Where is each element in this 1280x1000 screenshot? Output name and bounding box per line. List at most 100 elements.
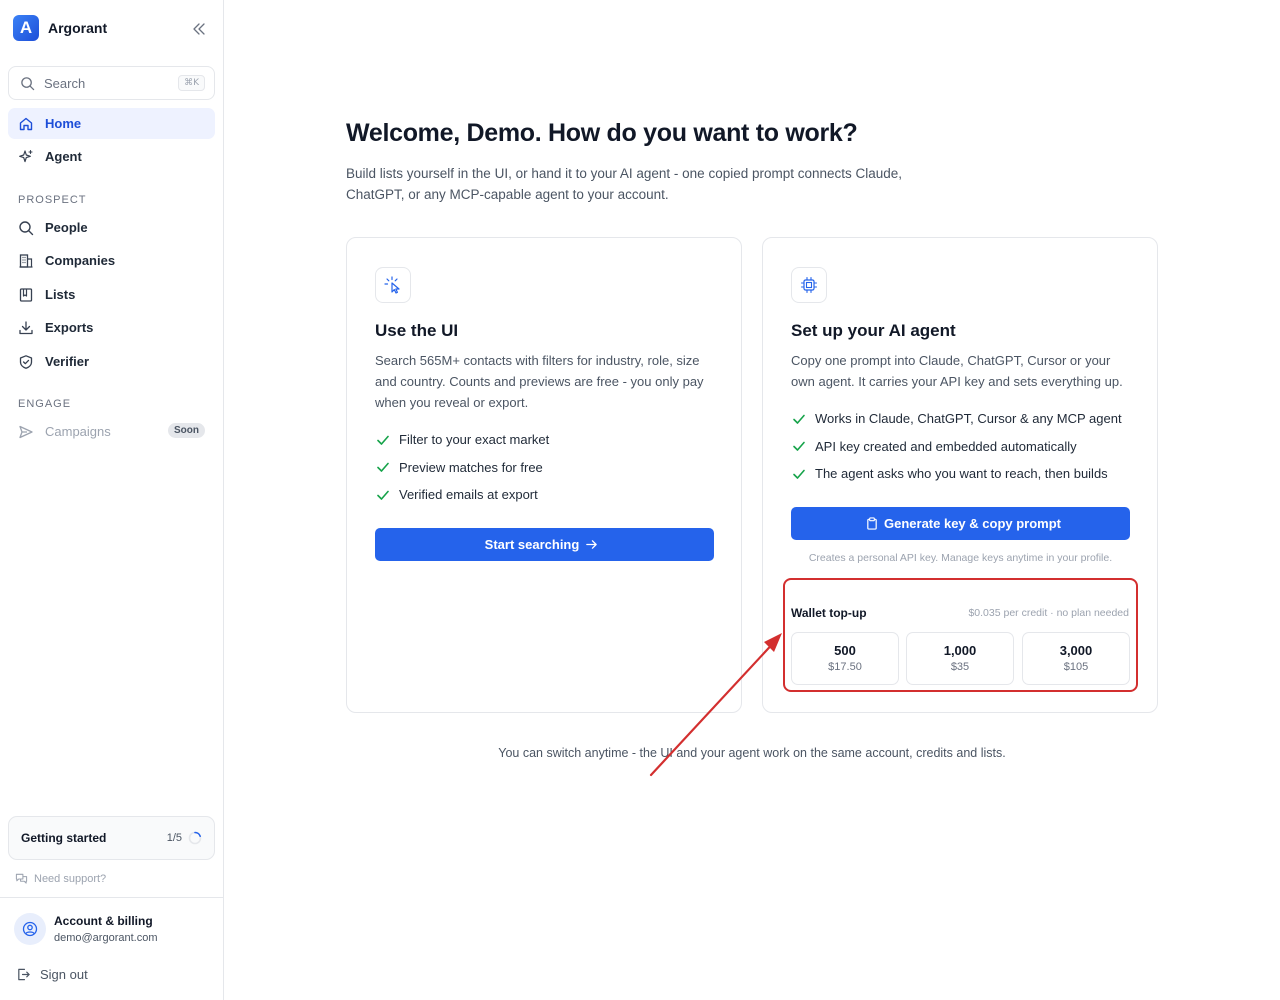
feature-text: Works in Claude, ChatGPT, Cursor & any M… <box>815 411 1122 427</box>
wallet-pricing-note: $0.035 per credit · no plan needed <box>968 607 1129 619</box>
building-icon <box>18 253 34 269</box>
sparkles-icon <box>18 149 34 165</box>
search-shortcut: ⌘K <box>178 75 205 91</box>
check-icon <box>791 411 807 427</box>
check-icon <box>375 432 391 448</box>
nav-item-companies[interactable]: Companies <box>8 245 215 276</box>
wallet-topup-title: Wallet top-up <box>791 606 867 620</box>
topup-option-500[interactable]: 500 $17.50 <box>791 632 899 685</box>
divider <box>0 897 223 898</box>
nav-item-agent[interactable]: Agent <box>8 141 215 172</box>
need-support-link[interactable]: Need support? <box>15 872 106 885</box>
section-title-engage: ENGAGE <box>18 398 72 410</box>
brand[interactable]: A Argorant <box>13 15 107 41</box>
start-searching-button[interactable]: Start searching <box>375 528 714 561</box>
getting-started-label: Getting started <box>21 831 107 845</box>
nav-label: Campaigns <box>45 424 111 439</box>
ai-agent-card: Set up your AI agent Copy one prompt int… <box>762 237 1158 713</box>
avatar <box>14 913 46 945</box>
topup-credits: 1,000 <box>943 643 977 658</box>
nav-label: People <box>45 220 88 235</box>
button-label: Start searching <box>484 537 580 552</box>
use-ui-card: Use the UI Search 565M+ contacts with fi… <box>346 237 742 713</box>
check-icon <box>375 487 391 503</box>
sign-out-button[interactable]: Sign out <box>16 967 88 982</box>
argorant-logo-icon: A <box>13 15 39 41</box>
support-label: Need support? <box>34 872 107 885</box>
topup-price: $105 <box>1063 661 1089 673</box>
check-icon <box>375 459 391 475</box>
nav-label: Verifier <box>45 354 90 369</box>
generate-key-button[interactable]: Generate key & copy prompt <box>791 507 1130 540</box>
footer-note: You can switch anytime - the UI and your… <box>498 746 1006 760</box>
chevrons-left-icon <box>193 23 205 35</box>
account-email: demo@argorant.com <box>54 932 158 944</box>
search-icon <box>18 220 34 236</box>
check-icon <box>791 466 807 482</box>
search-placeholder: Search <box>44 75 86 91</box>
nav-item-home[interactable]: Home <box>8 108 215 139</box>
list-item: The agent asks who you want to reach, th… <box>791 460 1122 488</box>
feature-text: API key created and embedded automatical… <box>815 438 1077 454</box>
nav-item-verifier[interactable]: Verifier <box>8 346 215 377</box>
feature-list: Works in Claude, ChatGPT, Cursor & any M… <box>791 405 1122 488</box>
nav-item-exports[interactable]: Exports <box>8 312 215 343</box>
card-description: Copy one prompt into Claude, ChatGPT, Cu… <box>791 353 1123 389</box>
clipboard-icon <box>866 517 878 530</box>
list-item: Filter to your exact market <box>375 426 549 454</box>
shield-check-icon <box>18 354 34 370</box>
soon-badge: Soon <box>168 423 205 438</box>
page-subtitle: Build lists yourself in the UI, or hand … <box>346 166 903 202</box>
nav-item-campaigns[interactable]: Campaigns Soon <box>8 416 215 447</box>
app-name: Argorant <box>48 20 108 36</box>
nav-label: Companies <box>45 253 116 268</box>
sign-out-label: Sign out <box>40 967 88 982</box>
logout-icon <box>18 968 30 981</box>
account-title: Account & billing <box>54 914 153 928</box>
check-icon <box>791 438 807 454</box>
topup-credits: 500 <box>834 643 856 658</box>
arrow-right-icon <box>585 538 598 551</box>
section-title-prospect: PROSPECT <box>18 194 87 206</box>
api-key-hint: Creates a personal API key. Manage keys … <box>808 552 1113 564</box>
sidebar: A Argorant Search ⌘K Home Agent PROSPECT… <box>0 0 224 1000</box>
nav-label: Lists <box>45 287 76 302</box>
page-title: Welcome, Demo. How do you want to work? <box>346 119 858 147</box>
nav-label: Home <box>45 116 82 131</box>
nav-item-people[interactable]: People <box>8 212 215 243</box>
topup-credits: 3,000 <box>1059 643 1093 658</box>
book-icon <box>18 287 34 303</box>
home-icon <box>18 116 34 132</box>
cpu-chip-icon <box>791 267 827 303</box>
search-icon <box>21 76 35 90</box>
user-circle-icon <box>22 921 38 937</box>
progress-ring-icon <box>188 831 202 845</box>
topup-option-1000[interactable]: 1,000 $35 <box>906 632 1014 685</box>
send-icon <box>18 424 34 440</box>
cursor-click-icon <box>375 267 411 303</box>
topup-price: $35 <box>950 661 970 673</box>
download-icon <box>18 320 34 336</box>
account-billing-link[interactable]: Account & billing demo@argorant.com <box>14 913 158 945</box>
chat-bubbles-icon <box>15 873 28 884</box>
search-input[interactable]: Search ⌘K <box>8 66 215 100</box>
nav-label: Agent <box>45 149 82 164</box>
collapse-sidebar-button[interactable] <box>190 20 208 38</box>
feature-text: The agent asks who you want to reach, th… <box>815 466 1108 482</box>
feature-text: Preview matches for free <box>399 459 543 475</box>
list-item: API key created and embedded automatical… <box>791 433 1122 461</box>
list-item: Works in Claude, ChatGPT, Cursor & any M… <box>791 405 1122 433</box>
card-title: Use the UI <box>375 321 459 340</box>
card-description: Search 565M+ contacts with filters for i… <box>375 353 704 410</box>
list-item: Preview matches for free <box>375 454 549 482</box>
topup-option-3000[interactable]: 3,000 $105 <box>1022 632 1130 685</box>
button-label: Generate key & copy prompt <box>884 516 1061 531</box>
feature-text: Filter to your exact market <box>399 432 550 448</box>
feature-list: Filter to your exact market Preview matc… <box>375 426 549 509</box>
nav-item-lists[interactable]: Lists <box>8 279 215 310</box>
nav-label: Exports <box>45 320 94 335</box>
getting-started-card[interactable]: Getting started 1/5 <box>8 816 215 860</box>
topup-price: $17.50 <box>828 661 862 673</box>
feature-text: Verified emails at export <box>399 487 538 503</box>
list-item: Verified emails at export <box>375 481 549 509</box>
